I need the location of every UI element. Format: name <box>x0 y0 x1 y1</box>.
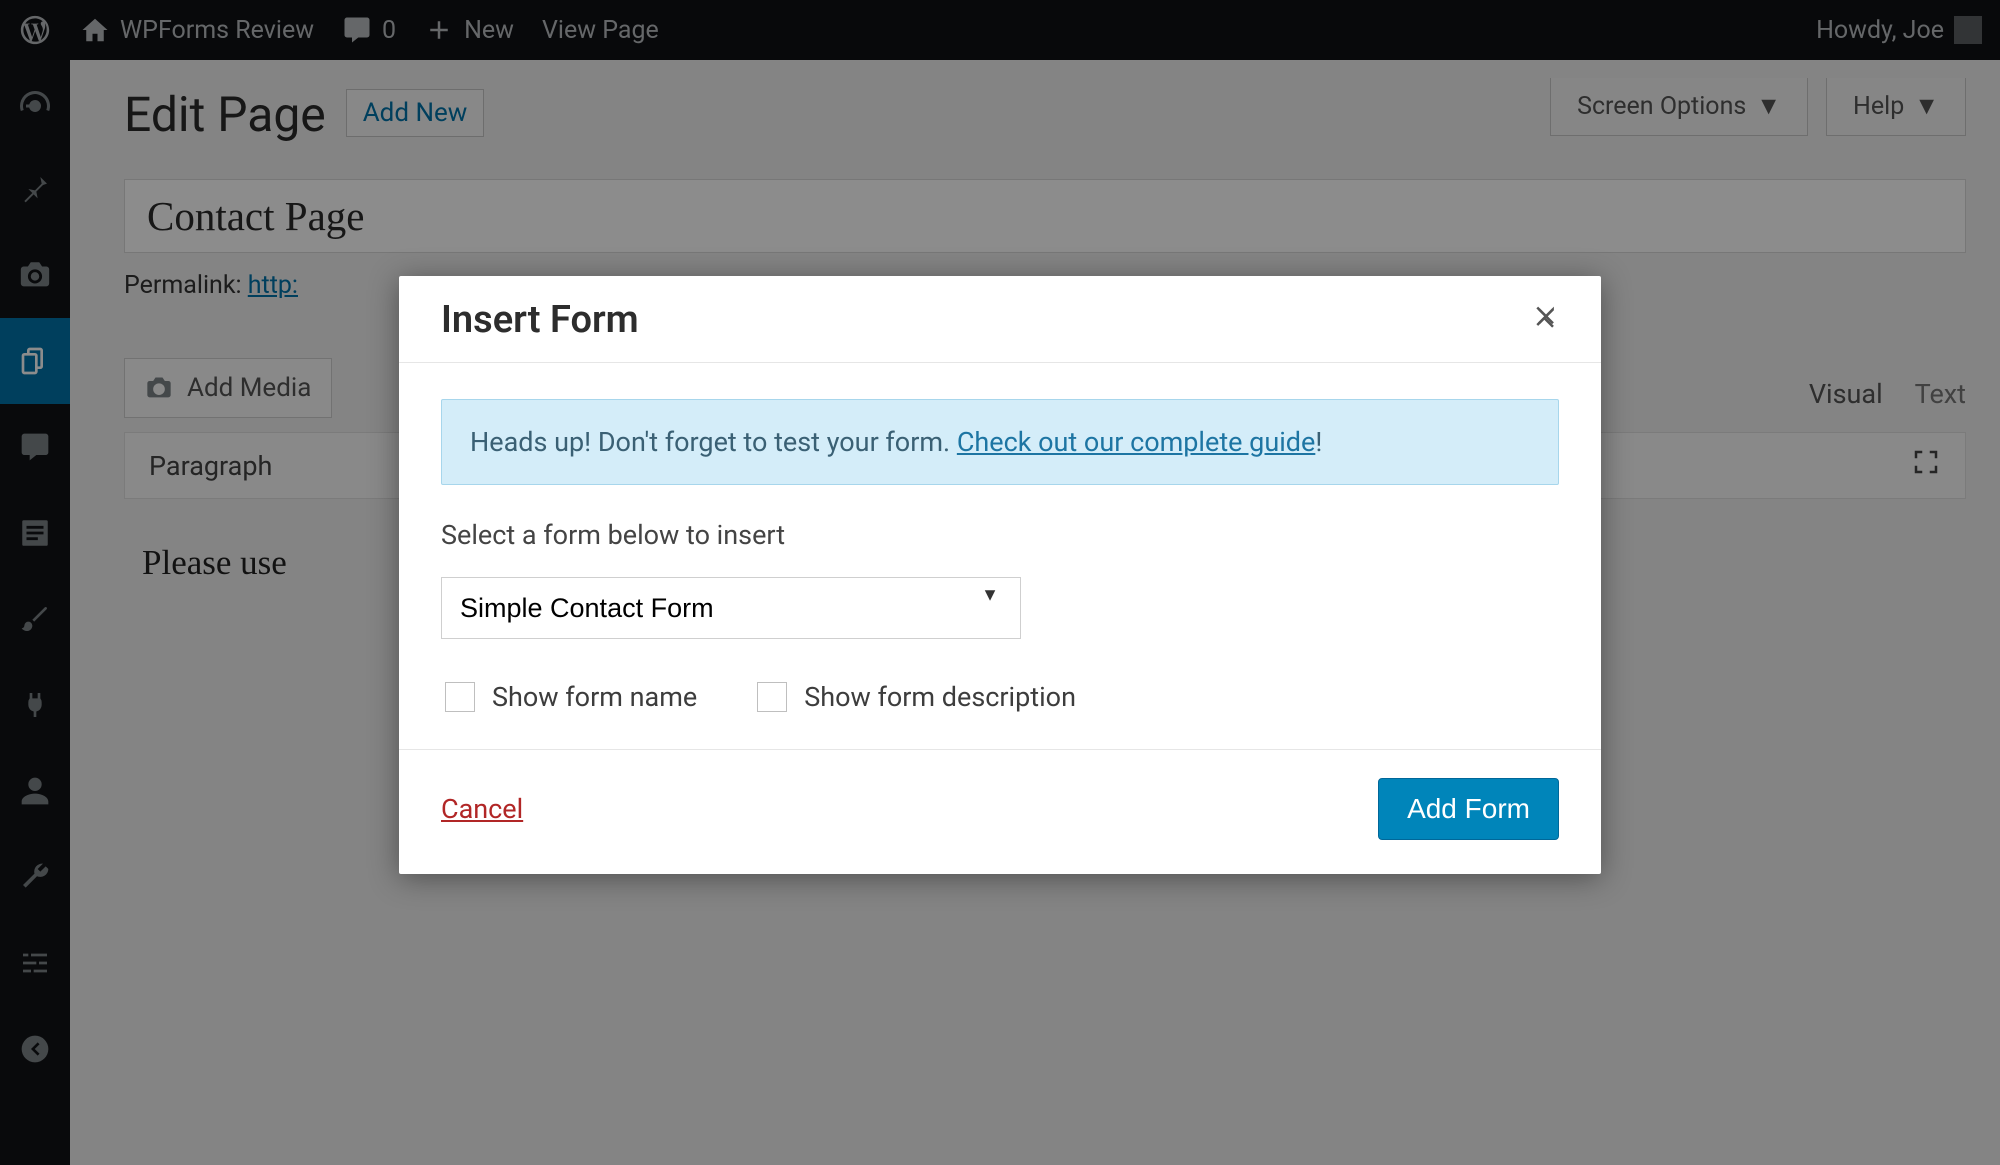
insert-form-modal: Insert Form Heads up! Don't forget to te… <box>399 276 1601 874</box>
notice-prefix: Heads up! Don't forget to test your form… <box>470 426 957 458</box>
cancel-button[interactable]: Cancel <box>441 793 523 825</box>
show-form-name-checkbox[interactable]: Show form name <box>441 679 697 715</box>
notice-banner: Heads up! Don't forget to test your form… <box>441 399 1559 485</box>
show-form-description-checkbox[interactable]: Show form description <box>753 679 1076 715</box>
add-form-button[interactable]: Add Form <box>1378 778 1559 840</box>
show-desc-check-input[interactable] <box>757 682 787 712</box>
modal-overlay[interactable]: Insert Form Heads up! Don't forget to te… <box>0 0 2000 1165</box>
modal-title: Insert Form <box>441 298 639 342</box>
form-select-label: Select a form below to insert <box>441 519 1559 551</box>
form-select[interactable]: Simple Contact Form <box>441 577 1021 639</box>
show-name-label: Show form name <box>492 681 697 713</box>
notice-suffix: ! <box>1315 426 1322 458</box>
notice-guide-link[interactable]: Check out our complete guide <box>957 426 1315 458</box>
show-desc-label: Show form description <box>804 681 1076 713</box>
close-icon[interactable] <box>1531 303 1561 337</box>
show-name-check-input[interactable] <box>445 682 475 712</box>
